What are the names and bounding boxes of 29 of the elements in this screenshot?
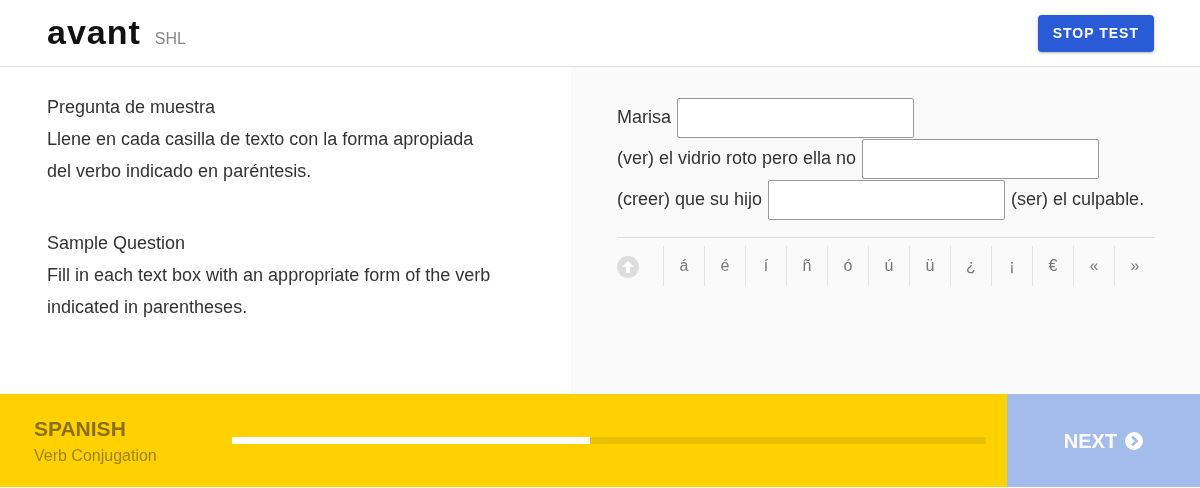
character-key[interactable]: á (663, 246, 704, 286)
character-key[interactable]: » (1114, 246, 1155, 286)
language-label: SPANISH (34, 415, 127, 442)
answer-box[interactable] (677, 97, 914, 138)
character-key[interactable]: € (1032, 246, 1073, 286)
character-key[interactable]: é (704, 246, 745, 286)
character-key[interactable]: ¡ (991, 246, 1032, 286)
sentence-text: (ser) el culpable. (1011, 188, 1145, 211)
character-key[interactable]: ñ (786, 246, 827, 286)
character-key[interactable]: í (745, 246, 786, 286)
stop-test-button[interactable]: STOP TEST (1037, 14, 1154, 52)
sentence-text: (ver) el vidrio roto pero ella no (617, 147, 857, 170)
sentence-text: Marisa (617, 106, 671, 129)
answer-box[interactable] (768, 179, 1006, 220)
character-key[interactable]: « (1073, 246, 1114, 286)
logo: avant (47, 15, 141, 49)
sentence-text: (creer) que su hijo (617, 188, 763, 211)
instruction-text: Llene en cada casilla de texto con la forma apropiada del verbo indicado en paréntesis. (47, 128, 475, 183)
brand-label: SHL (154, 29, 186, 49)
chevron-right-icon (1125, 431, 1144, 450)
instruction-title: Pregunta de muestra (47, 96, 217, 119)
character-key[interactable]: ¿ (950, 246, 991, 286)
instruction-text: Fill in each text box with an appropriate form of the verb indicated in parentheses. (47, 264, 492, 319)
character-key[interactable]: ü (909, 246, 950, 286)
answer-box[interactable] (862, 138, 1100, 179)
character-key[interactable]: ó (827, 246, 868, 286)
section-label: Verb Conjugation (34, 446, 158, 467)
character-key[interactable]: ú (868, 246, 909, 286)
instruction-title: Sample Question (47, 232, 187, 255)
